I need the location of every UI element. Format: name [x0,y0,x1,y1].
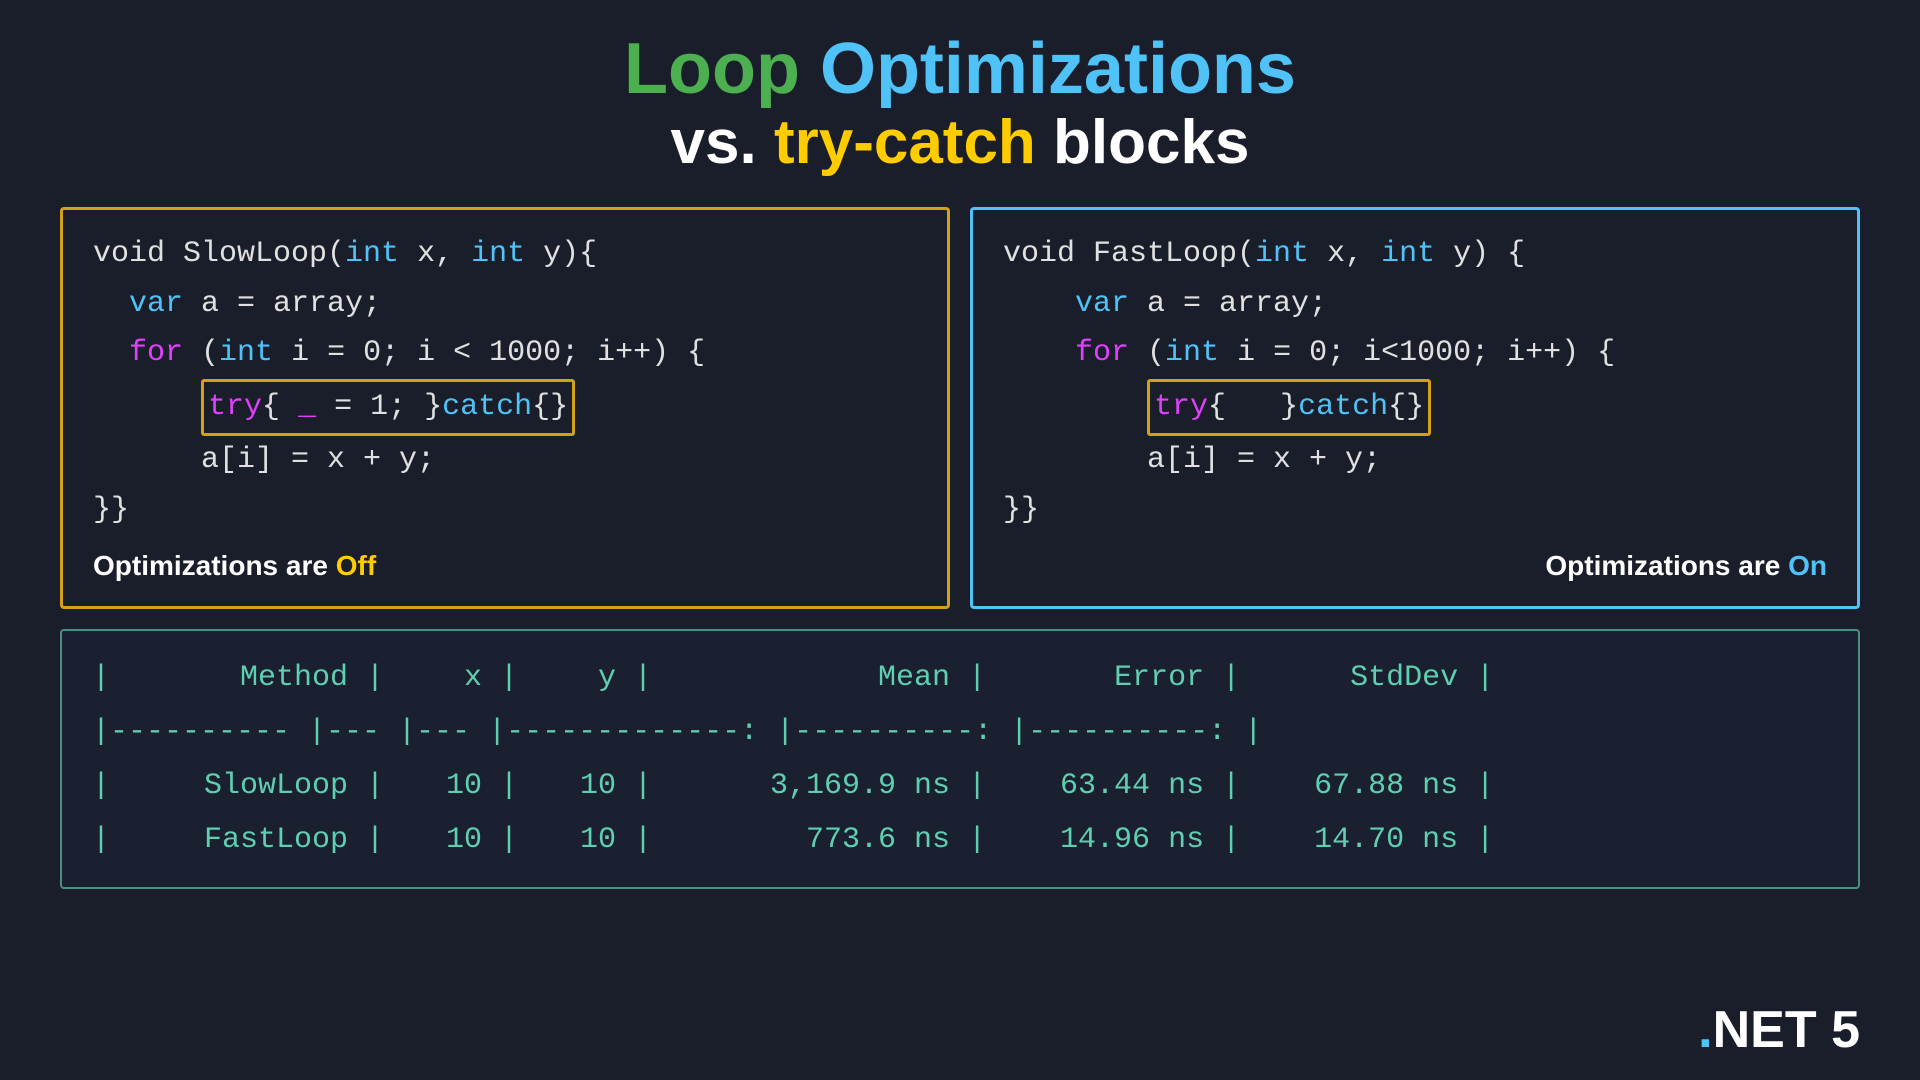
pipe-r2-3: | [482,813,536,867]
slow-loop-panel: void SlowLoop(int x, int y){ var a = arr… [60,207,950,608]
fast-line-5: a[i] = x + y; [1003,436,1827,486]
pipe2: | [348,651,402,705]
slow-line-4: try{ _ = 1; }catch{} [93,379,917,437]
pipe-r1-4: | [616,759,670,813]
row2-mean: 773.6 ns [670,813,950,867]
row1-x: 10 [402,759,482,813]
pipe7: | [1458,651,1494,705]
header-method: Method [128,651,348,705]
net5-text: .NET 5 [1698,1001,1860,1059]
title-trycatch: try-catch [774,108,1036,177]
code-panels: void SlowLoop(int x, int y){ var a = arr… [60,207,1860,608]
fast-opt-status: On [1788,550,1827,581]
row1-mean: 3,169.9 ns [670,759,950,813]
header-y: y [536,651,616,705]
slow-opt-label: Optimizations are Off [93,543,917,589]
slow-opt-status: Off [336,550,376,581]
bench-header-row: | Method | x | y | Mean | Error | StdDev… [92,651,1828,705]
fast-line-2: var a = array; [1003,280,1827,330]
slow-line-1: void SlowLoop(int x, int y){ [93,230,917,280]
pipe-r2-4: | [616,813,670,867]
header-error: Error [1004,651,1204,705]
fast-line-6: }} [1003,486,1827,536]
fast-opt-prefix: Optimizations are [1545,550,1788,581]
row2-stddev: 14.70 ns [1258,813,1458,867]
benchmark-section: | Method | x | y | Mean | Error | StdDev… [60,629,1860,889]
slow-line-5: a[i] = x + y; [93,436,917,486]
pipe-r2-5: | [950,813,1004,867]
row2-error: 14.96 ns [1004,813,1204,867]
row1-error: 63.44 ns [1004,759,1204,813]
pipe-r2-2: | [348,813,402,867]
pipe-r1-3: | [482,759,536,813]
slow-line-2: var a = array; [93,280,917,330]
row2-x: 10 [402,813,482,867]
header-x: x [402,651,482,705]
row2-method: FastLoop [128,813,348,867]
fast-line-3: for (int i = 0; i<1000; i++) { [1003,329,1827,379]
title-vs: vs. [671,108,774,177]
title-section: Loop Optimizations vs. try-catch blocks [624,30,1296,177]
header-mean: Mean [670,651,950,705]
bench-data-row-2: | FastLoop | 10 | 10 | 773.6 ns | 14.96 … [92,813,1828,867]
net5-label: .NET 5 [1698,990,1860,1060]
row1-method: SlowLoop [128,759,348,813]
title-optimizations: Optimizations [800,29,1296,109]
row1-y: 10 [536,759,616,813]
pipe3: | [482,651,536,705]
title-blocks: blocks [1036,108,1250,177]
pipe-r2-7: | [1458,813,1494,867]
slow-line-6: }} [93,486,917,536]
header-stddev: StdDev [1258,651,1458,705]
title-loop: Loop [624,29,800,109]
pipe-r2-6: | [1204,813,1258,867]
pipe-r1-5: | [950,759,1004,813]
pipe5: | [950,651,1004,705]
separator-text: |---------- |--- |--- |-------------: |-… [92,705,1262,759]
slow-opt-prefix: Optimizations are [93,550,336,581]
bench-separator-row: |---------- |--- |--- |-------------: |-… [92,705,1828,759]
title-line2: vs. try-catch blocks [624,109,1296,177]
fast-opt-label: Optimizations are On [1003,543,1827,589]
fast-line-4: try{ }catch{} [1003,379,1827,437]
fast-line-1: void FastLoop(int x, int y) { [1003,230,1827,280]
pipe4: | [616,651,670,705]
fast-loop-panel: void FastLoop(int x, int y) { var a = ar… [970,207,1860,608]
pipe-r1-7: | [1458,759,1494,813]
row2-y: 10 [536,813,616,867]
row1-stddev: 67.88 ns [1258,759,1458,813]
pipe6: | [1204,651,1258,705]
title-line1: Loop Optimizations [624,30,1296,109]
pipe-r2-1: | [92,813,128,867]
bench-data-row-1: | SlowLoop | 10 | 10 | 3,169.9 ns | 63.4… [92,759,1828,813]
pipe1: | [92,651,128,705]
slow-line-3: for (int i = 0; i < 1000; i++) { [93,329,917,379]
pipe-r1-1: | [92,759,128,813]
pipe-r1-2: | [348,759,402,813]
bench-table: | Method | x | y | Mean | Error | StdDev… [92,651,1828,867]
pipe-r1-6: | [1204,759,1258,813]
